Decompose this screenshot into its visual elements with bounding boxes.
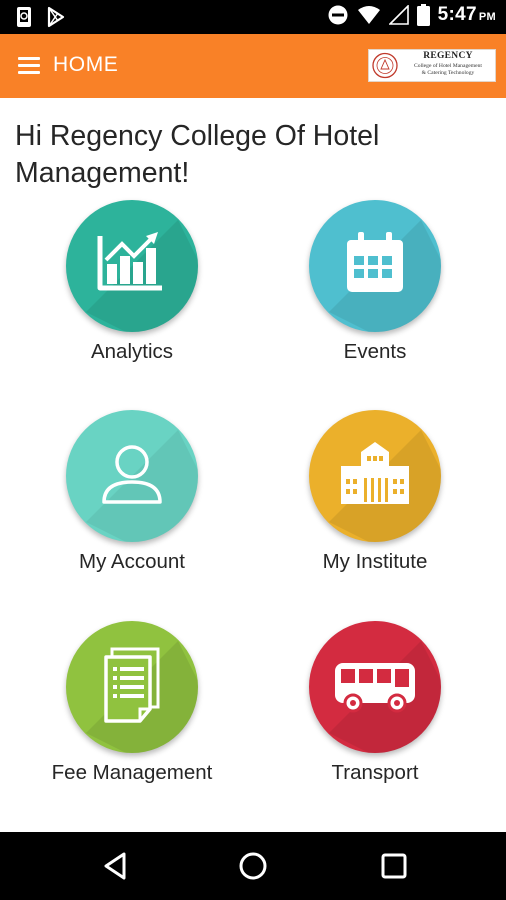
- bus-icon: [335, 663, 415, 713]
- back-icon[interactable]: [100, 850, 132, 882]
- do-not-disturb-icon: [328, 5, 348, 25]
- tile-events[interactable]: Events: [275, 200, 475, 380]
- logo-line-1: College of Hotel Management: [414, 63, 482, 69]
- battery-icon: [416, 4, 430, 26]
- tile-my-account[interactable]: My Account: [32, 410, 232, 590]
- app-bar: HOME REGENCY College of Hotel Management…: [0, 34, 506, 98]
- tile-label: My Account: [79, 550, 185, 573]
- tile-label: Transport: [331, 761, 419, 784]
- logo-name: REGENCY: [423, 51, 473, 61]
- tile-my-institute[interactable]: My Institute: [275, 410, 475, 590]
- account-circle: [66, 410, 198, 542]
- documents-icon: [104, 647, 160, 723]
- system-nav-bar: [0, 832, 506, 900]
- transport-circle: [309, 621, 441, 753]
- signal-icon: [388, 5, 409, 25]
- tile-label: Fee Management: [51, 761, 213, 784]
- tile-label: My Institute: [322, 550, 428, 573]
- user-icon: [102, 445, 162, 504]
- college-logo: REGENCY College of Hotel Management & Ca…: [368, 49, 496, 82]
- college-seal-icon: [372, 52, 398, 79]
- tile-label: Analytics: [90, 340, 174, 363]
- wifi-icon: [357, 6, 380, 24]
- tile-analytics[interactable]: Analytics: [32, 200, 232, 380]
- tile-label: Events: [343, 340, 407, 363]
- clock: 5:47 PM: [438, 4, 496, 26]
- menu-icon[interactable]: [18, 57, 40, 75]
- analytics-chart-icon: [97, 232, 162, 291]
- tile-fee-management[interactable]: Fee Management: [32, 621, 232, 801]
- calendar-icon: [347, 232, 403, 292]
- tile-transport[interactable]: Transport: [275, 621, 475, 801]
- phone-sync-icon: [17, 7, 31, 27]
- home-icon[interactable]: [237, 850, 269, 882]
- play-store-icon: [47, 6, 65, 28]
- logo-line-2: & Catering Technology: [421, 70, 475, 76]
- fee-circle: [66, 621, 198, 753]
- home-content: Hi Regency College Of Hotel Management! …: [0, 98, 506, 832]
- recents-icon[interactable]: [378, 850, 410, 882]
- clock-time: 5:47: [437, 4, 477, 25]
- greeting-text: Hi Regency College Of Hotel Management!: [15, 120, 380, 189]
- page-title: HOME: [53, 53, 119, 76]
- clock-ampm: PM: [478, 11, 496, 23]
- status-bar: 5:47 PM: [0, 0, 506, 34]
- analytics-circle: [66, 200, 198, 332]
- institute-circle: [309, 410, 441, 542]
- building-icon: [341, 442, 409, 504]
- events-circle: [309, 200, 441, 332]
